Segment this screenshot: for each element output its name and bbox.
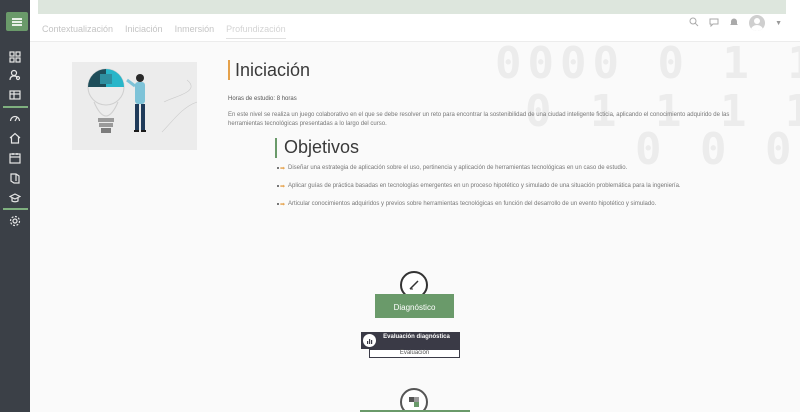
sidebar-divider: [3, 106, 28, 108]
arrow-bullet-icon: ➡: [277, 201, 285, 210]
main-content: 0000 0 1 1 0 1 1 1 1 0 0 0 Iniciación Ho…: [30, 42, 800, 412]
tab-contextualizacion[interactable]: Contextualización: [42, 24, 113, 39]
diagnostic-button[interactable]: Diagnóstico: [375, 294, 454, 318]
tab-inmersion[interactable]: Inmersión: [175, 24, 215, 39]
objectives-list: ➡ Diseñar una estrategia de aplicación so…: [277, 164, 737, 218]
calendar-icon[interactable]: [8, 151, 22, 165]
chat-icon[interactable]: [709, 14, 719, 32]
page-title: Iniciación: [235, 60, 311, 80]
list-item: ➡ Aplicar guías de práctica basadas en te…: [277, 182, 737, 191]
tab-profundizacion[interactable]: Profundización: [226, 24, 286, 39]
watermark-binary: 0000 0 1 1: [495, 42, 800, 89]
top-header: Contextualización Iniciación Inmersión P…: [30, 0, 800, 42]
arrow-bullet-icon: ➡: [277, 183, 285, 192]
objective-text: Articular conocimientos adquiridos y pre…: [288, 201, 657, 207]
home-icon[interactable]: [8, 131, 22, 145]
book-icon[interactable]: [8, 171, 22, 185]
dashboard-icon[interactable]: [8, 111, 22, 125]
menu-toggle-button[interactable]: [6, 12, 28, 31]
grid-icon[interactable]: [8, 50, 22, 64]
objective-text: Aplicar guías de práctica basadas en tec…: [288, 183, 681, 189]
study-hours: Horas de estudio: 8 horas: [228, 96, 297, 102]
list-item: ➡ Articular conocimientos adquiridos y pr…: [277, 200, 737, 209]
header-banner: [38, 0, 786, 14]
settings-icon[interactable]: [8, 214, 22, 228]
tab-iniciacion[interactable]: Iniciación: [125, 24, 163, 39]
list-item: ➡ Diseñar una estrategia de aplicación so…: [277, 164, 737, 173]
objectives-accent: [275, 138, 277, 158]
title-accent: [228, 60, 230, 80]
level-tabs: Contextualización Iniciación Inmersión P…: [42, 24, 286, 39]
objectives-title: Objetivos: [284, 137, 360, 157]
sidebar: [0, 0, 30, 412]
sidebar-divider: [3, 208, 28, 210]
hamburger-icon: [12, 20, 22, 23]
diagnostic-evaluation-card[interactable]: Evaluación diagnóstica Evaluación: [361, 332, 460, 358]
avatar[interactable]: [749, 15, 766, 31]
user-search-icon[interactable]: [8, 68, 22, 82]
bell-icon[interactable]: [729, 14, 739, 32]
search-icon[interactable]: [689, 14, 699, 32]
header-actions: ▼: [689, 14, 782, 32]
caret-icon[interactable]: ▼: [775, 20, 782, 27]
bar-chart-icon: [361, 332, 378, 349]
eval-card-subtitle: Evaluación: [369, 349, 460, 358]
level-description: En este nivel se realiza un juego colabo…: [228, 112, 730, 127]
table-icon[interactable]: [8, 88, 22, 102]
graduation-cap-icon[interactable]: [8, 191, 22, 205]
idea-illustration: [72, 62, 198, 150]
arrow-bullet-icon: ➡: [277, 165, 285, 174]
puzzle-icon: [400, 388, 428, 412]
objective-text: Diseñar una estrategia de aplicación sob…: [288, 165, 628, 171]
